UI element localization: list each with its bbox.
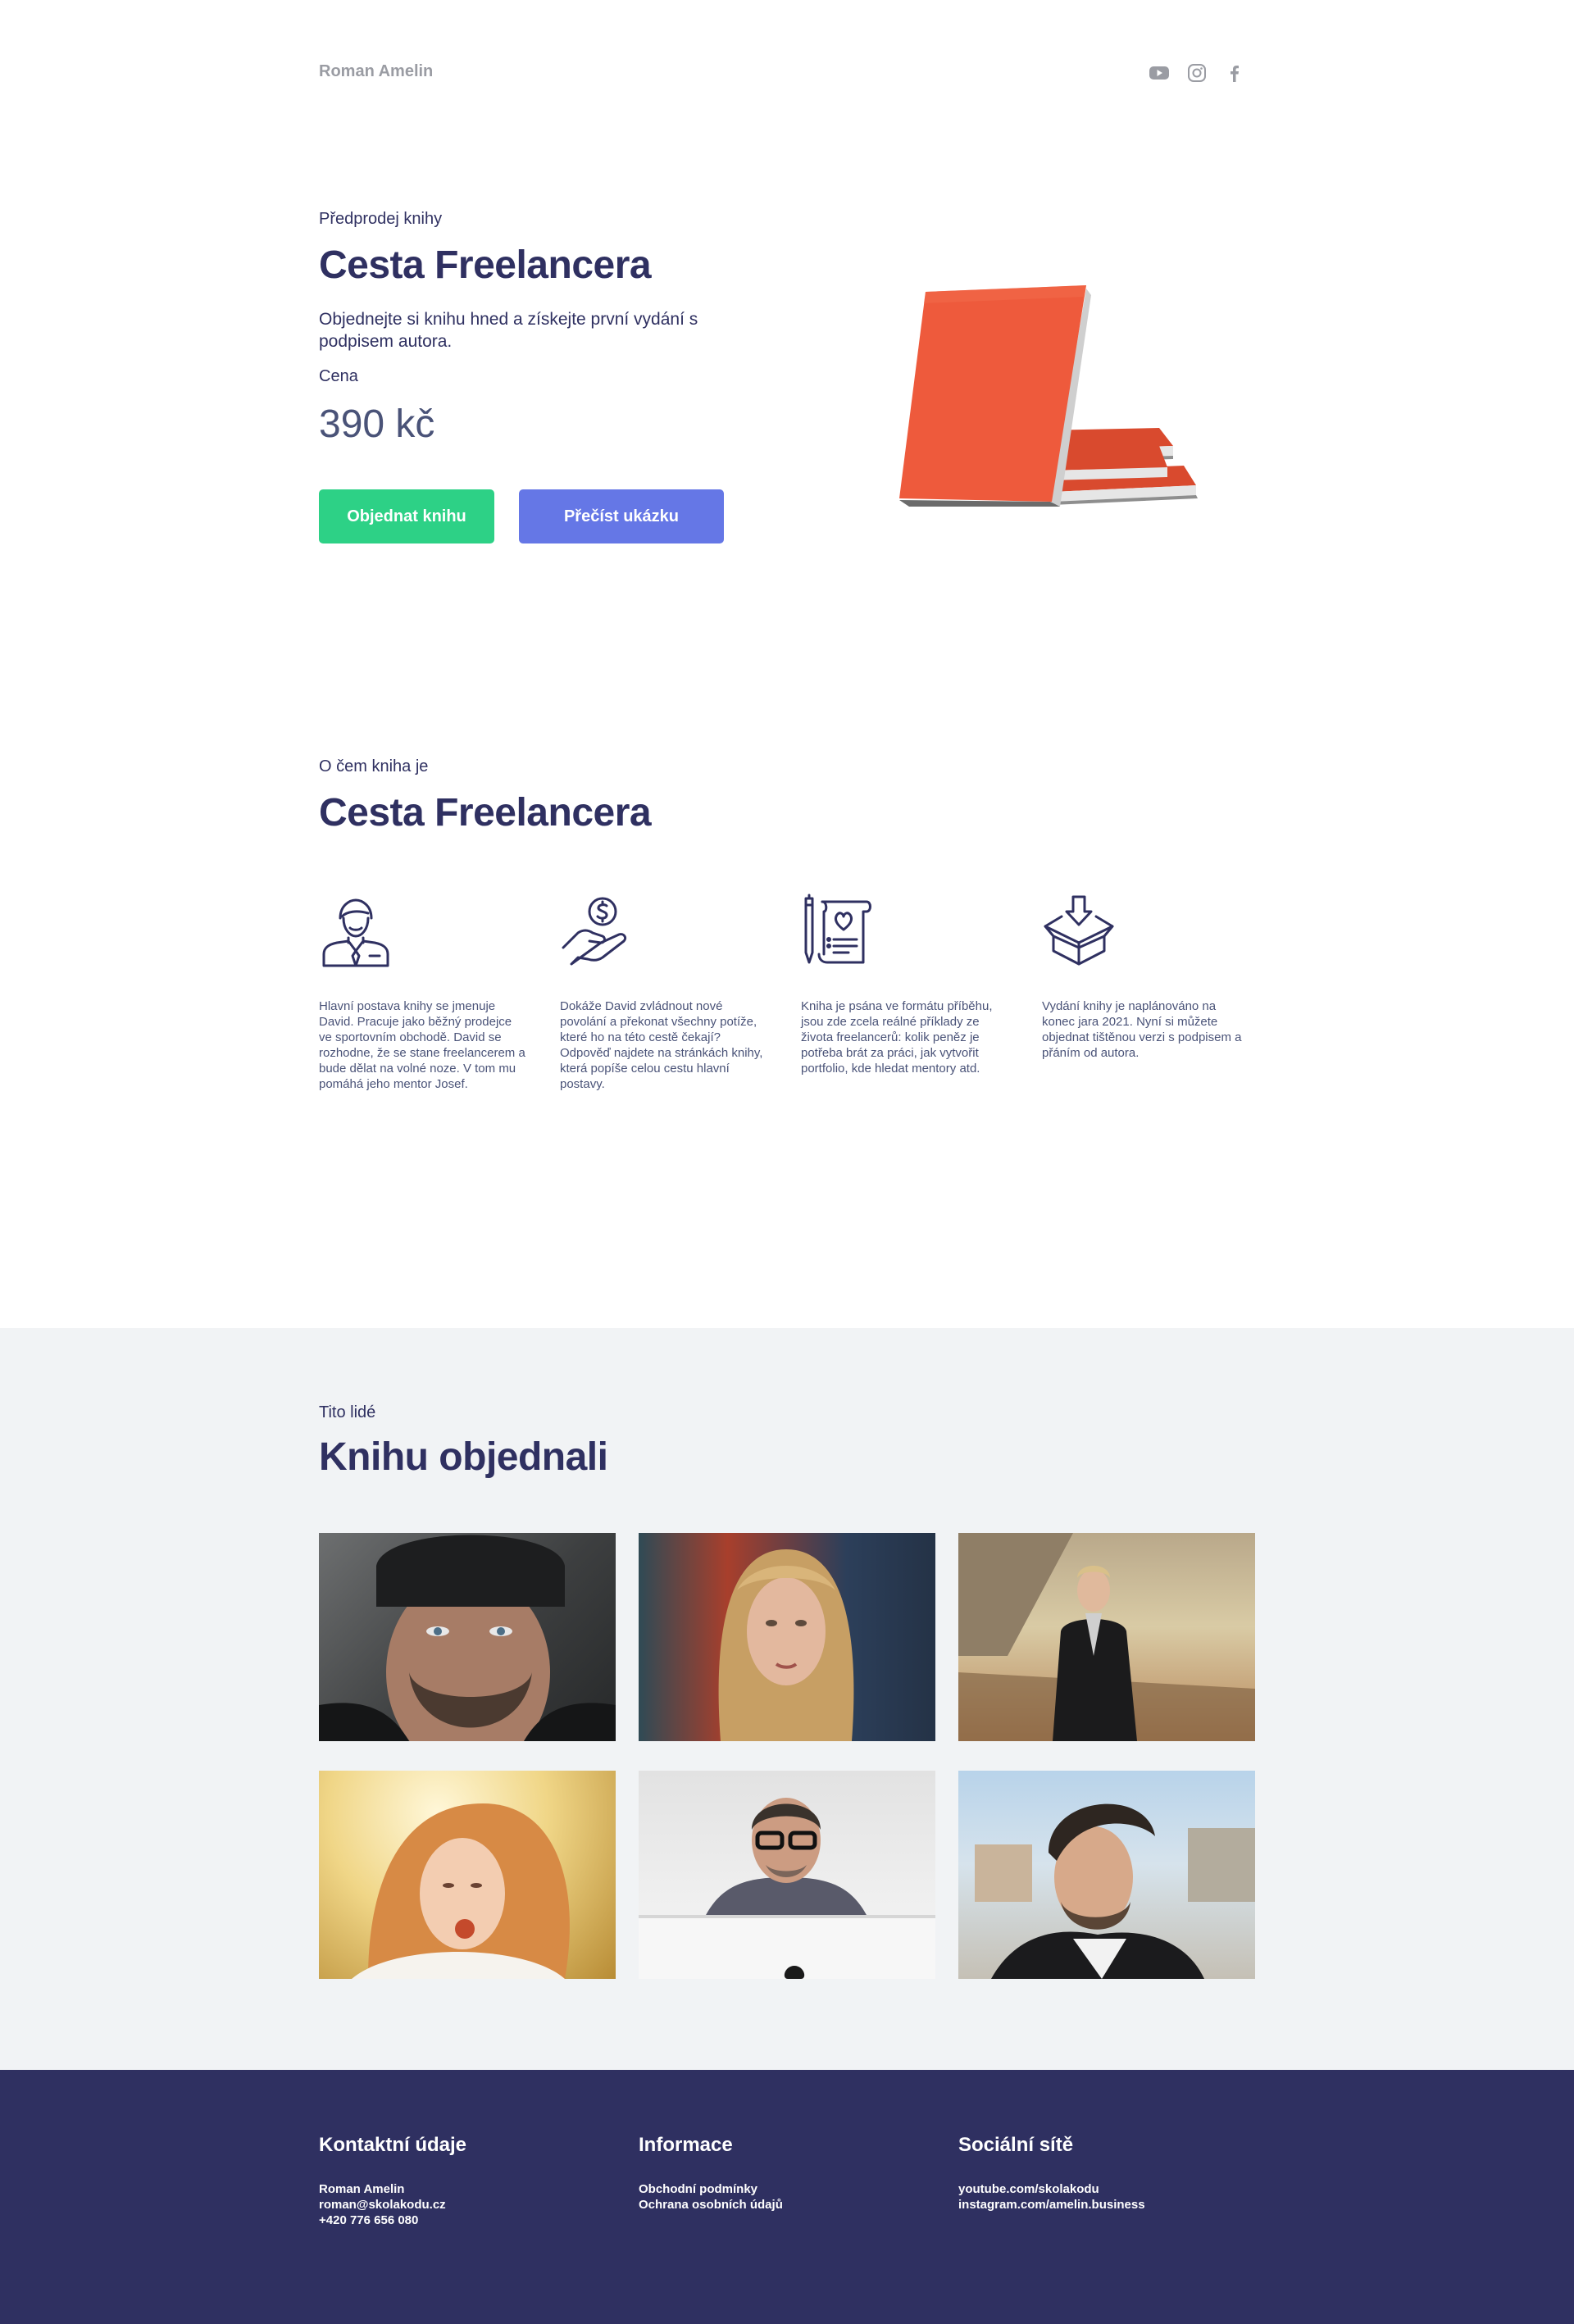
feature-text: Kniha je psána ve formátu příběhu, jsou … [801, 999, 993, 1076]
instagram-icon[interactable] [1186, 62, 1208, 84]
price-label: Cena [319, 367, 358, 385]
youtube-icon[interactable] [1149, 62, 1170, 84]
hero-eyebrow: Předprodej knihy [319, 210, 443, 228]
package-icon [1042, 894, 1116, 967]
about-eyebrow: O čem kniha je [319, 757, 429, 775]
youtube-link[interactable]: youtube.com/skolakodu [958, 2181, 1255, 2197]
hero-section: Předprodej knihy Cesta Freelancera Objed… [319, 148, 1255, 721]
customer-photo-grid [319, 1533, 1255, 1979]
read-sample-button[interactable]: Přečíst ukázku [519, 489, 724, 543]
contact-email[interactable]: roman@skolakodu.cz [319, 2197, 616, 2213]
price-value: 390 kč [319, 402, 435, 446]
contact-phone[interactable]: +420 776 656 080 [319, 2213, 616, 2228]
feature-item: Vydání knihy je naplánováno na konec jar… [1042, 894, 1250, 1092]
feature-item: Dokáže David zvládnout nové povolání a p… [560, 894, 768, 1092]
people-eyebrow: Tito lidé [319, 1403, 376, 1421]
feature-text: Dokáže David zvládnout nové povolání a p… [560, 999, 763, 1091]
feature-item: Hlavní postava knihy se jmenuje David. P… [319, 894, 527, 1092]
customer-photo [639, 1771, 935, 1979]
feature-list: Hlavní postava knihy se jmenuje David. P… [319, 894, 1255, 1092]
terms-link[interactable]: Obchodní podmínky [639, 2181, 935, 2197]
brand-name[interactable]: Roman Amelin [319, 62, 433, 81]
site-footer: Kontaktní údaje Roman Amelin roman@skola… [0, 2070, 1574, 2324]
customer-photo [319, 1771, 616, 1979]
main-book [899, 285, 1091, 507]
contact-name: Roman Amelin [319, 2182, 405, 2196]
customer-photo [958, 1533, 1255, 1741]
footer-contact: Kontaktní údaje Roman Amelin roman@skola… [319, 2070, 616, 2324]
feature-text: Vydání knihy je naplánováno na konec jar… [1042, 999, 1242, 1060]
customer-photo [958, 1771, 1255, 1979]
feature-text: Hlavní postava knihy se jmenuje David. P… [319, 999, 525, 1091]
hero-title: Cesta Freelancera [319, 243, 652, 287]
document-pen-icon [801, 894, 875, 967]
social-links [1149, 62, 1245, 84]
money-hand-icon [560, 894, 634, 967]
businessman-icon [319, 894, 393, 967]
customer-photo [639, 1533, 935, 1741]
footer-social-title: Sociální sítě [958, 2134, 1074, 2156]
order-book-button[interactable]: Objednat knihu [319, 489, 494, 543]
people-title: Knihu objednali [319, 1435, 608, 1479]
customer-photo [319, 1533, 616, 1741]
facebook-icon[interactable] [1224, 62, 1245, 84]
footer-contact-title: Kontaktní údaje [319, 2134, 467, 2156]
about-section: O čem kniha je Cesta Freelancera Hlavní … [319, 721, 1255, 1328]
footer-info-title: Informace [639, 2134, 733, 2156]
privacy-link[interactable]: Ochrana osobních údajů [639, 2197, 935, 2213]
feature-item: Kniha je psána ve formátu příběhu, jsou … [801, 894, 1009, 1092]
footer-info: Informace Obchodní podmínky Ochrana osob… [639, 2070, 935, 2324]
about-title: Cesta Freelancera [319, 791, 652, 835]
instagram-link[interactable]: instagram.com/amelin.business [958, 2197, 1255, 2213]
people-section: Tito lidé Knihu objednali [0, 1328, 1574, 2070]
hero-lead: Objednejte si knihu hned a získejte prvn… [319, 310, 698, 351]
site-header: Roman Amelin [319, 0, 1255, 148]
footer-social: Sociální sítě youtube.com/skolakodu inst… [958, 2070, 1255, 2324]
book-illustration [876, 271, 1221, 533]
